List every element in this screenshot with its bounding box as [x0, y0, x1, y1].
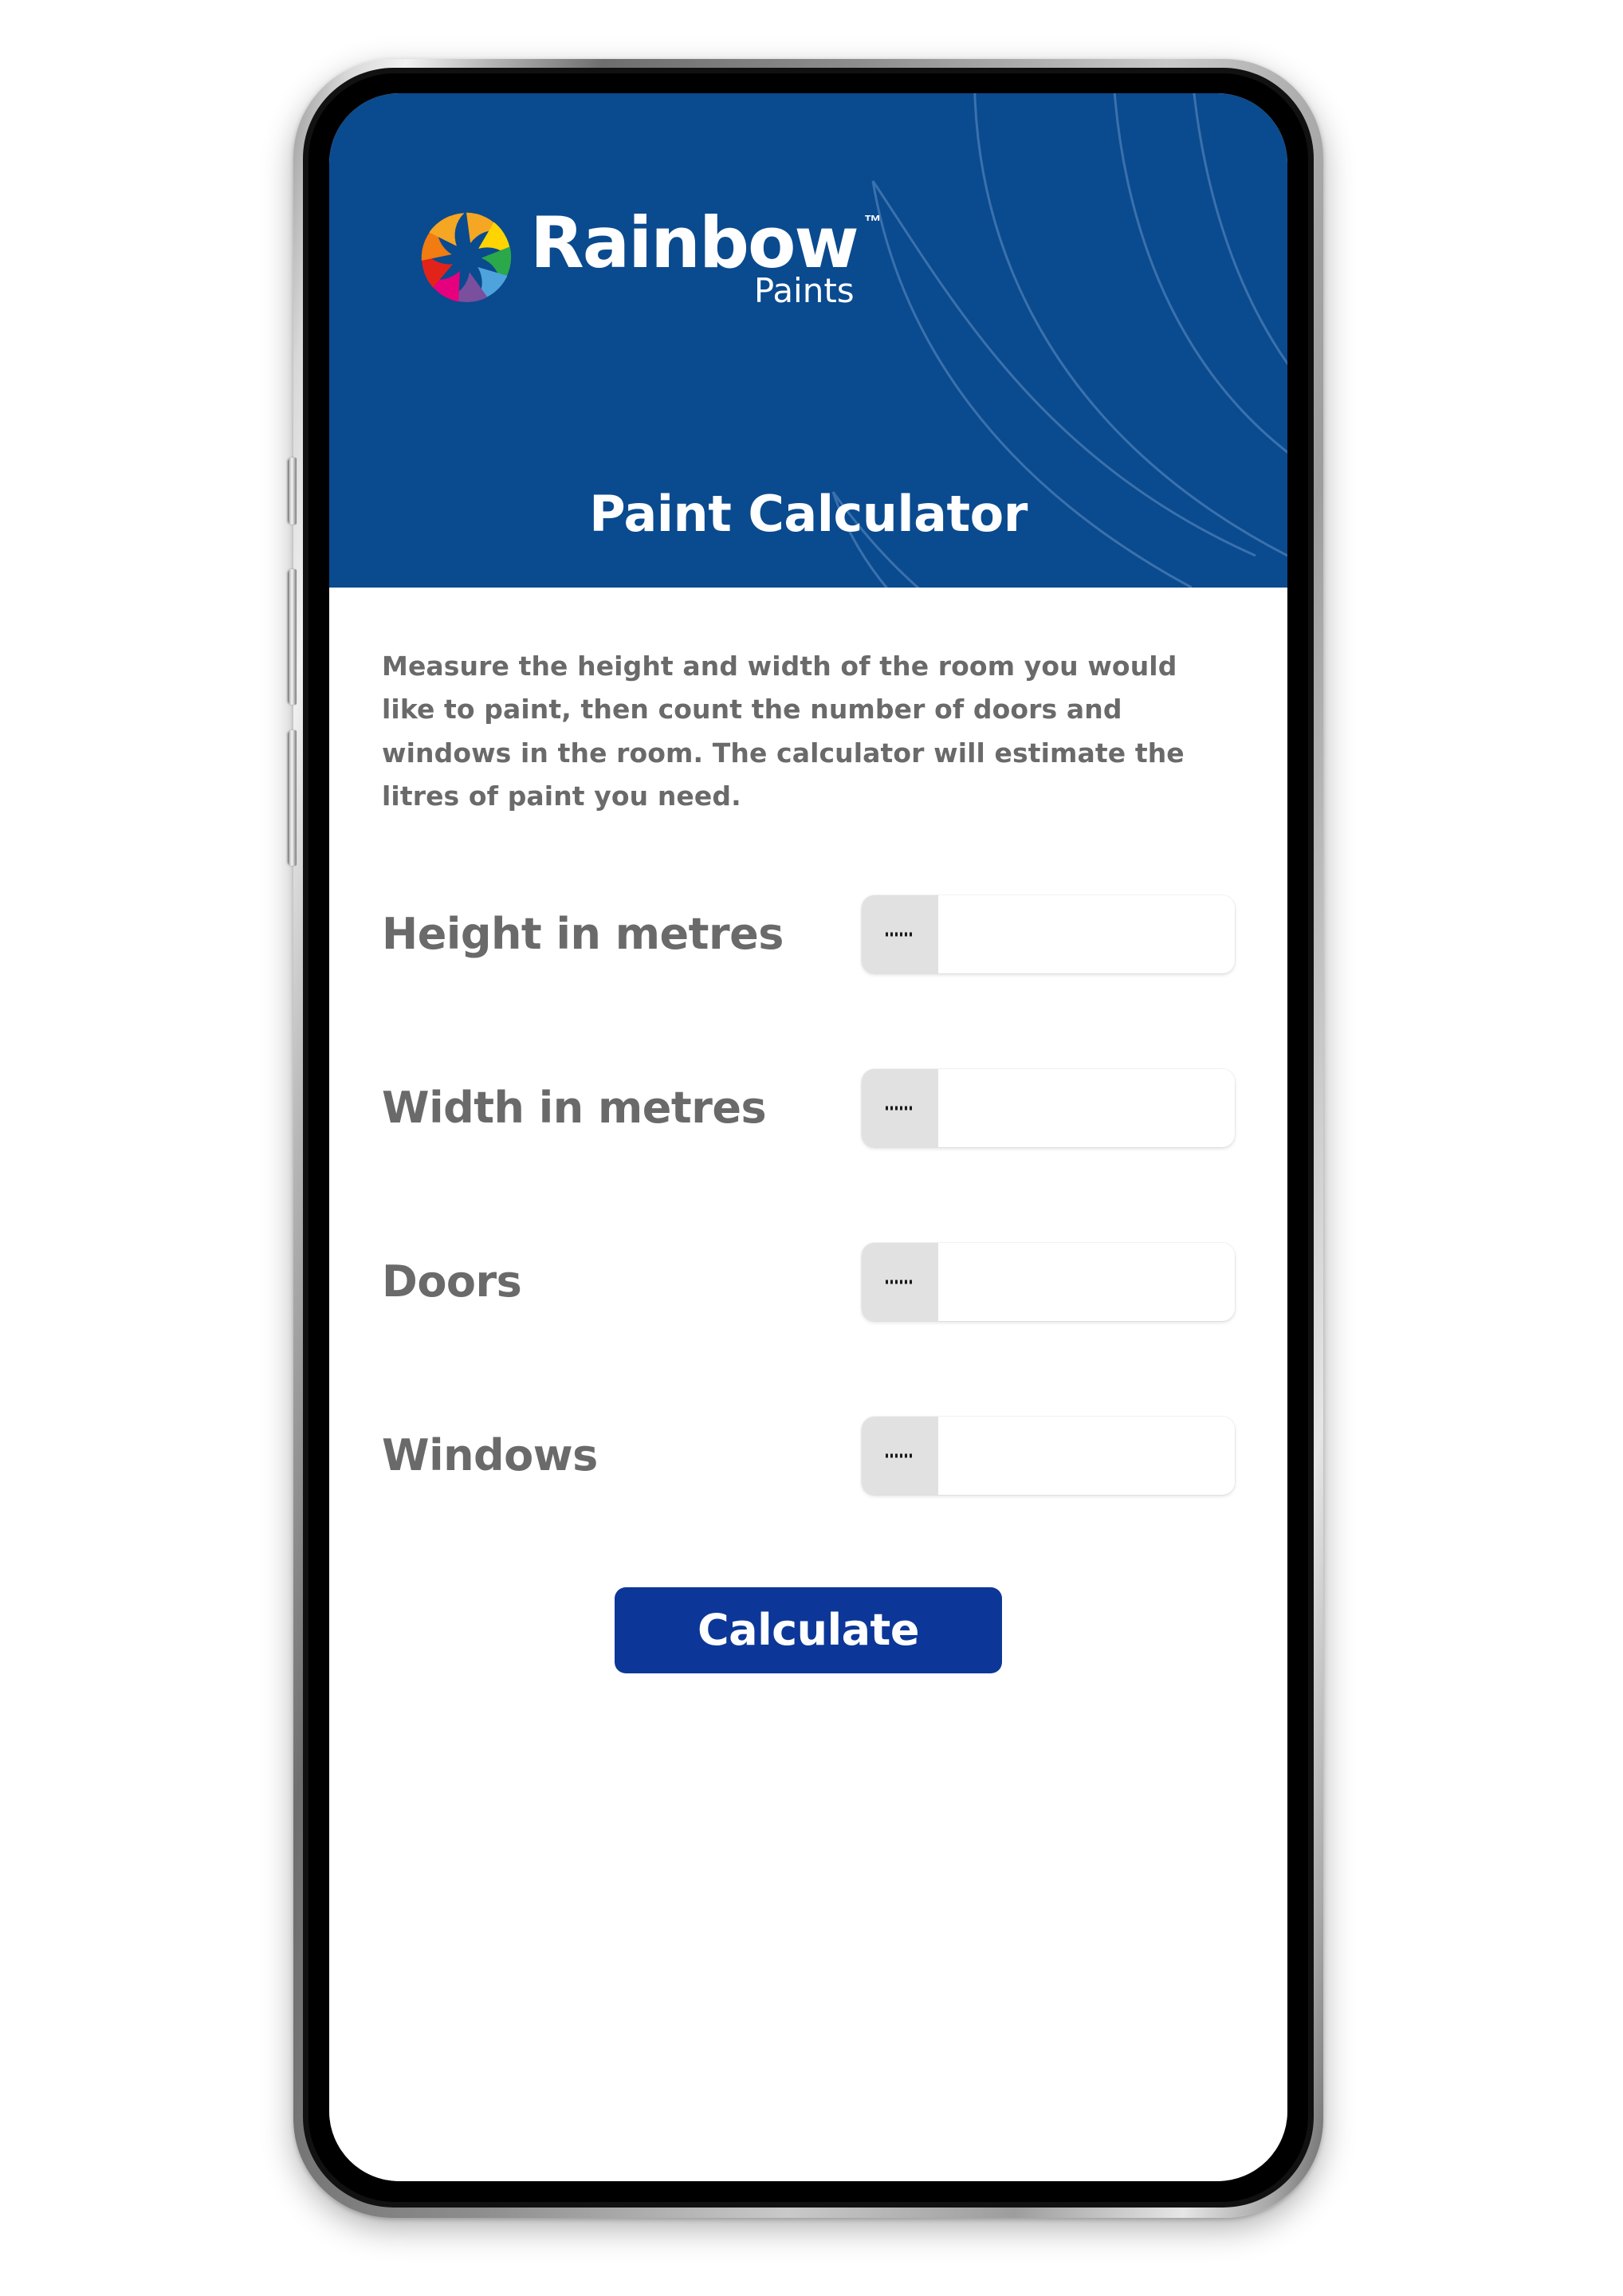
- quantity-stepper-width[interactable]: [862, 1068, 1235, 1147]
- minus-icon: [886, 1453, 914, 1458]
- field-label-windows: Windows: [382, 1430, 598, 1481]
- rainbow-swirl-icon: [421, 212, 512, 303]
- minus-icon: [886, 1280, 914, 1284]
- decrement-button-width[interactable]: [862, 1068, 938, 1147]
- intro-instructions: Measure the height and width of the room…: [382, 651, 1185, 812]
- page-title: Paint Calculator: [589, 485, 1028, 543]
- brand-logo: Rainbow ™ Paints: [415, 202, 882, 309]
- quantity-stepper-height[interactable]: [862, 894, 1235, 973]
- calculator-form: Height in metres Width in metres Doors W…: [382, 892, 1235, 1498]
- app-body: Measure the height and width of the room…: [329, 588, 1287, 2181]
- brand-name: Rainbow: [530, 202, 859, 284]
- phone-screen: Rainbow ™ Paints Paint Calculator Measur…: [329, 93, 1287, 2181]
- field-label-doors: Doors: [382, 1256, 522, 1307]
- decrement-button-height[interactable]: [862, 894, 938, 973]
- field-row-width: Width in metres: [382, 1066, 1235, 1150]
- phone-device-frame: Rainbow ™ Paints Paint Calculator Measur…: [288, 59, 1323, 2218]
- field-row-windows: Windows: [382, 1413, 1235, 1498]
- value-input-height[interactable]: [938, 894, 1235, 973]
- decrement-button-windows[interactable]: [862, 1416, 938, 1495]
- volume-up-button[interactable]: [288, 569, 297, 705]
- phone-bezel-inner: Rainbow ™ Paints Paint Calculator Measur…: [308, 73, 1308, 2202]
- brand-wordmark: Rainbow ™ Paints: [530, 202, 882, 309]
- minus-icon: [886, 932, 914, 937]
- submit-row: Calculate: [382, 1586, 1235, 1673]
- mute-switch-button[interactable]: [288, 458, 297, 525]
- decrement-button-doors[interactable]: [862, 1242, 938, 1321]
- field-row-doors: Doors: [382, 1240, 1235, 1324]
- quantity-stepper-windows[interactable]: [862, 1416, 1235, 1495]
- minus-icon: [886, 1106, 914, 1111]
- volume-down-button[interactable]: [288, 730, 297, 866]
- value-input-width[interactable]: [938, 1068, 1235, 1147]
- phone-bezel: Rainbow ™ Paints Paint Calculator Measur…: [303, 68, 1314, 2208]
- screenshot-canvas: Rainbow ™ Paints Paint Calculator Measur…: [0, 0, 1623, 2296]
- field-label-width: Width in metres: [382, 1083, 767, 1134]
- field-row-height: Height in metres: [382, 892, 1235, 977]
- field-label-height: Height in metres: [382, 909, 784, 960]
- trademark-symbol: ™: [863, 211, 882, 231]
- value-input-windows[interactable]: [938, 1416, 1235, 1495]
- calculate-button[interactable]: Calculate: [615, 1586, 1002, 1673]
- app-header: Rainbow ™ Paints Paint Calculator: [329, 93, 1287, 588]
- quantity-stepper-doors[interactable]: [862, 1242, 1235, 1321]
- value-input-doors[interactable]: [938, 1242, 1235, 1321]
